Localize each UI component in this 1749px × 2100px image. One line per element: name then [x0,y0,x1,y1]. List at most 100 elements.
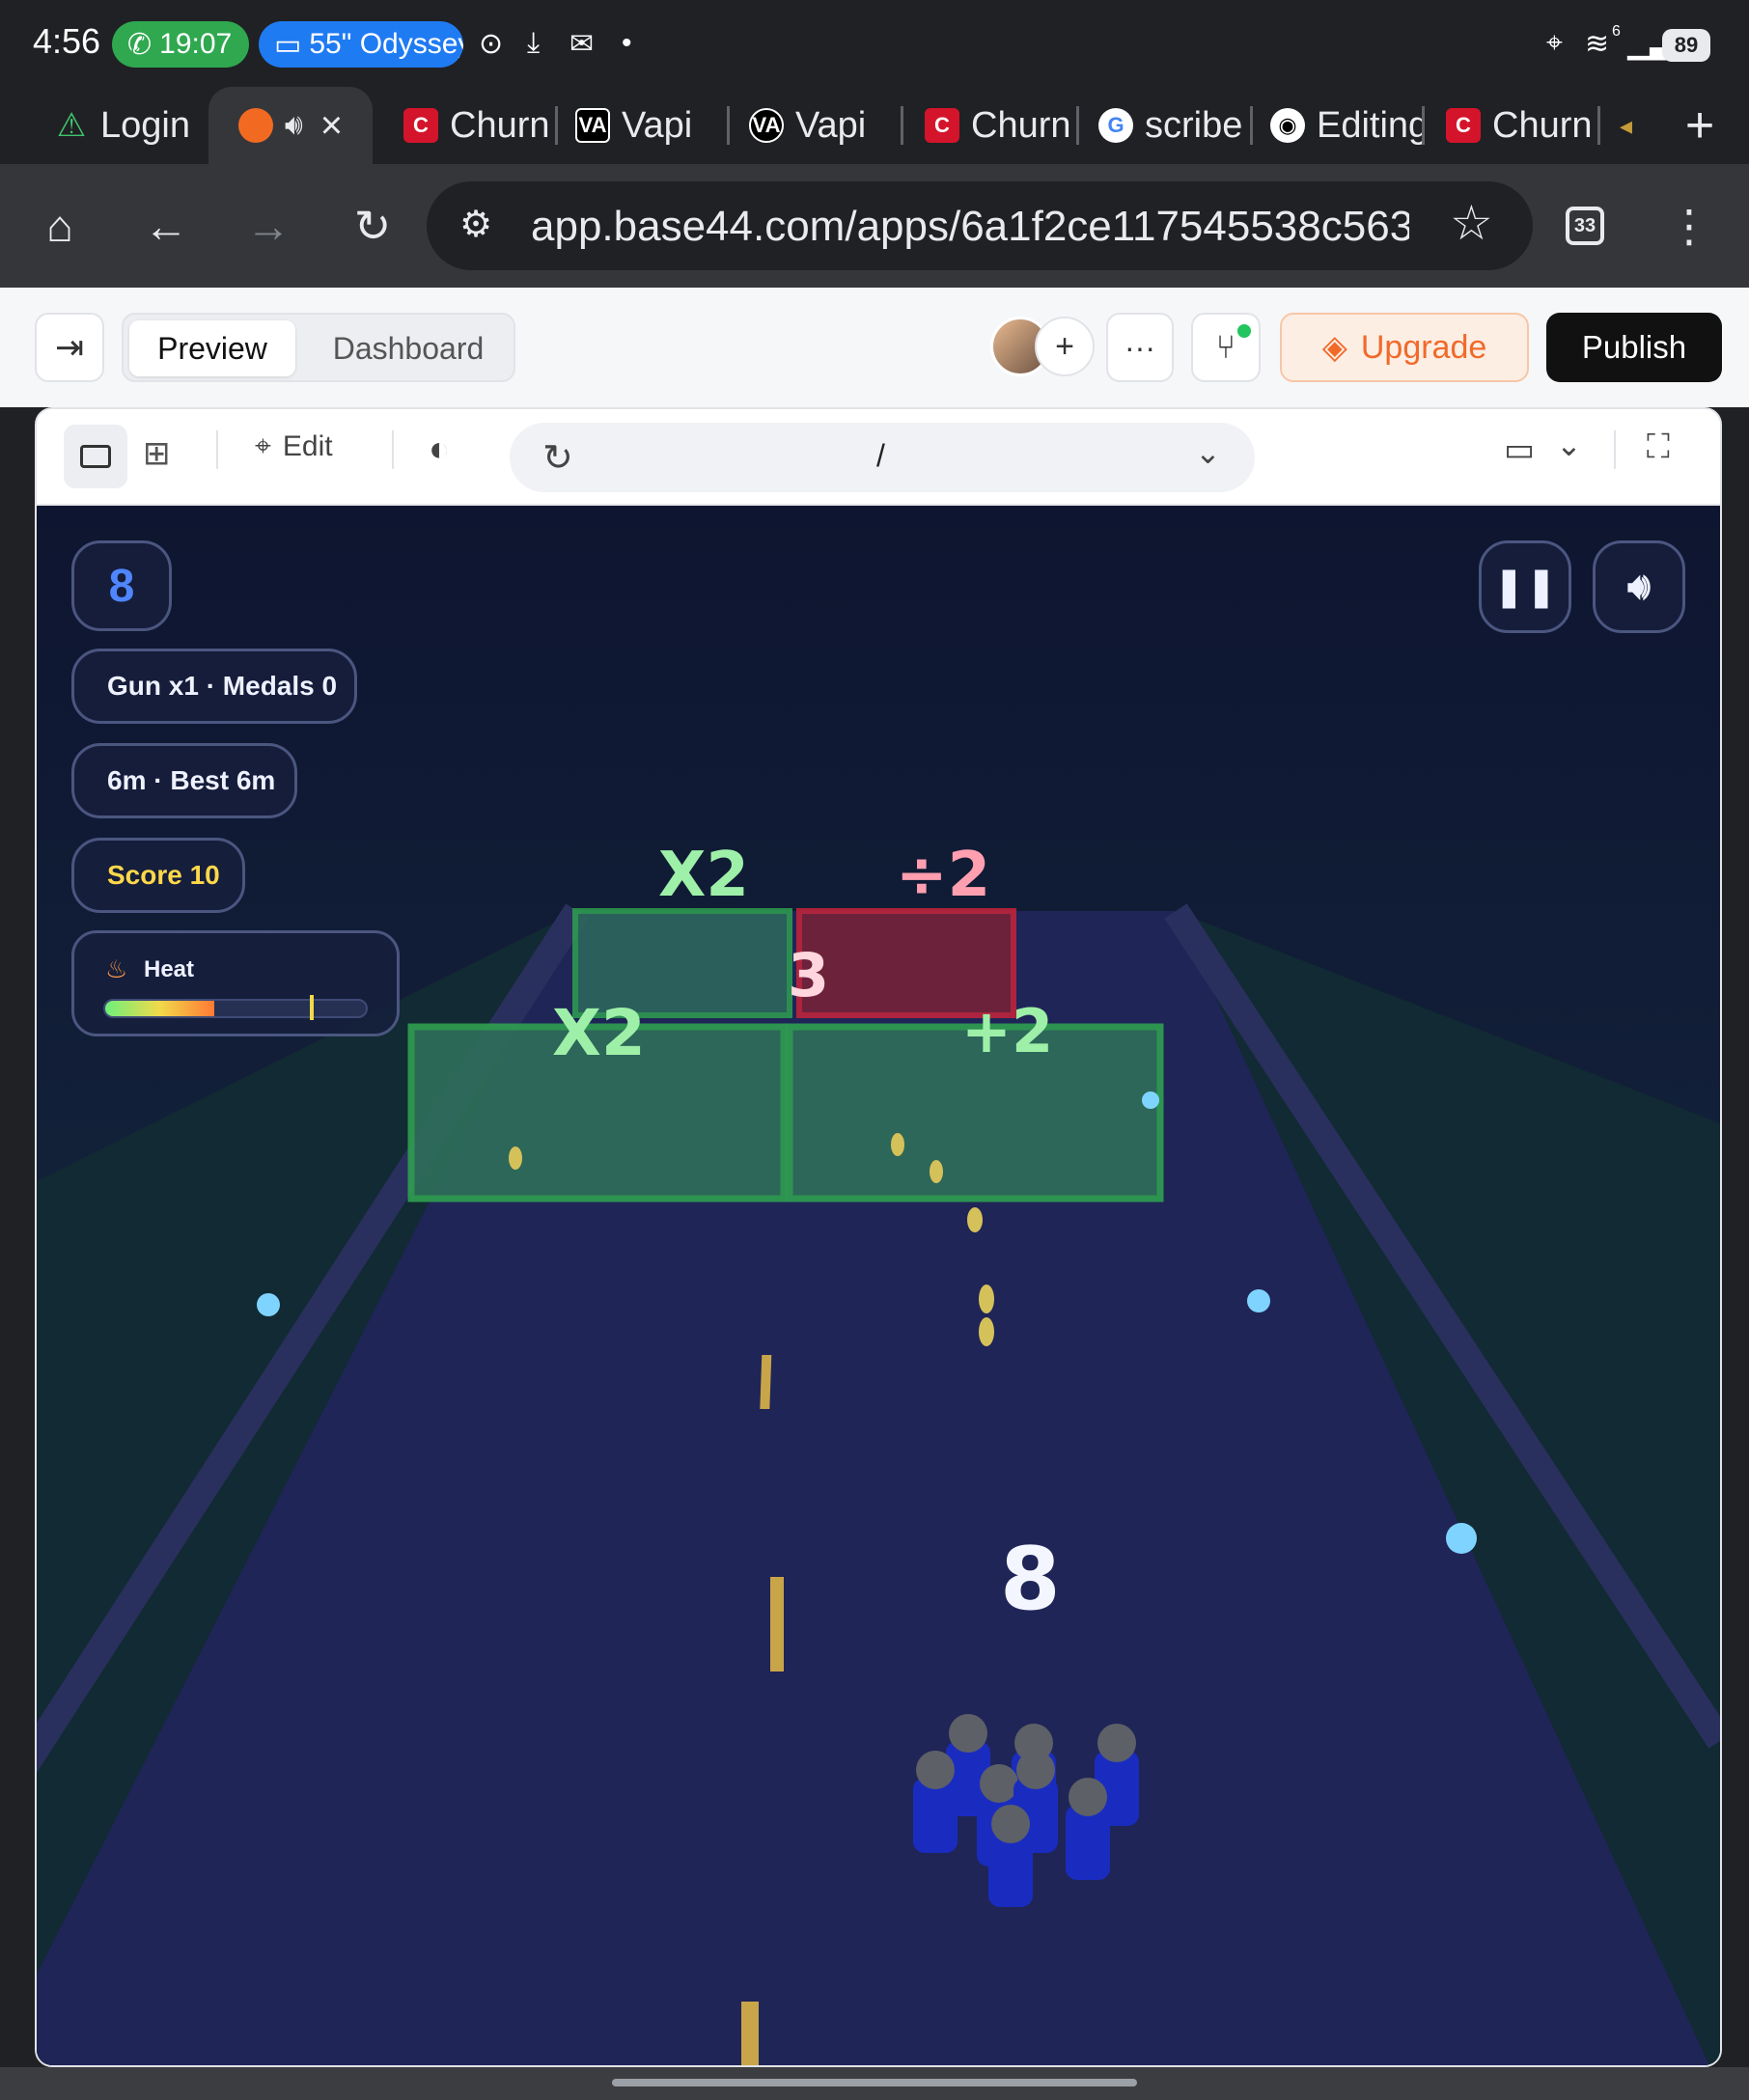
far-gate-right-label: ÷2 [896,840,991,911]
browser-toolbar: ⌂ ← → ↻ ⚙ app.base44.com/apps/6a1f2ce117… [0,164,1749,288]
tab-vapi-1[interactable]: VA Vapi [575,87,730,164]
more-options-icon[interactable]: ··· [1106,313,1174,382]
preview-frame: ⊞ ⌖ Edit ◐ ↻ / ⌄ ▭ ⌄ ⛶ X2 ÷2 3 X2 +2 8 8… [35,407,1722,2067]
crowd-count-badge: 8 [71,540,172,631]
status-dot [1237,324,1251,338]
heat-bar-fill [105,1001,215,1016]
publish-button[interactable]: Publish [1546,313,1722,382]
tab-label: Vapi [795,104,867,146]
home-gesture-handle[interactable] [612,2079,1137,2086]
google-favicon-icon: G [1098,108,1133,143]
player-count-label: 8 [1000,1529,1061,1630]
churn-favicon-icon: C [925,108,959,143]
near-gate-left-label: X2 [552,996,646,1070]
desktop-device-icon[interactable]: ▭ [1504,430,1535,469]
new-tab-icon[interactable]: + [1676,87,1724,164]
status-time: 4:56 [33,21,101,61]
preview-route-bar[interactable]: ↻ / ⌄ [510,423,1255,492]
forward-arrow-icon[interactable]: → [239,197,297,255]
far-gate-left-label: X2 [658,840,749,911]
edit-button[interactable]: ⌖ Edit [255,430,333,463]
add-collaborator-button[interactable]: + [1035,317,1095,376]
wifi-icon: ≋ [1585,28,1610,60]
churn-favicon-icon: C [1446,108,1481,143]
vapi-favicon-icon: VA [575,108,610,143]
reload-icon[interactable]: ↻ [344,197,402,255]
edit-label: Edit [282,430,333,462]
tab-label: Churn [971,104,1071,146]
gun-medals-badge: Gun x1 · Medals 0 [71,649,357,724]
pause-icon: ❚❚ [1492,566,1558,608]
speaker-icon: 🔊︎ [1627,566,1651,607]
single-view-button[interactable] [64,425,127,488]
gesture-nav-bar [0,2067,1749,2100]
churn-favicon-icon: C [403,108,438,143]
tab-dashboard[interactable]: Dashboard [305,320,512,376]
branch-icon[interactable]: ⑂ [1191,313,1261,382]
game-controller-icon: ⊙ [479,28,504,60]
cast-pill[interactable]: ▭ 55" Odyssey [259,21,463,68]
tab-preview[interactable]: Preview [129,320,295,376]
tab-login[interactable]: ⚠ Login [54,87,199,164]
battery-indicator: 89 [1662,29,1710,62]
tab-overflow[interactable]: ◂ [1620,87,1649,164]
partial-favicon-icon: ◂ [1620,110,1633,140]
device-chevron-icon[interactable]: ⌄ [1556,427,1582,463]
warning-triangle-icon: ⚠ [56,107,87,144]
tab-churn-1[interactable]: C Churn [403,87,558,164]
heat-bar [103,999,368,1018]
divider [1614,430,1616,469]
more-notifications-dot: • [622,27,632,59]
refresh-icon[interactable]: ↻ [542,436,573,480]
cast-device-name: 55" Odyssey [309,28,463,60]
preview-toolbar: ⊞ ⌖ Edit ◐ ↻ / ⌄ ▭ ⌄ ⛶ [37,409,1720,506]
grid-view-icon[interactable]: ⊞ [143,434,171,473]
upgrade-button[interactable]: ◈ Upgrade [1280,313,1529,382]
call-pill[interactable]: ✆ 19:07 [112,21,249,68]
heat-label: Heat [144,956,195,982]
close-tab-icon[interactable]: × [320,104,343,148]
palette-icon[interactable]: ◐ [429,428,450,469]
chevron-down-icon[interactable]: ⌄ [1195,434,1221,471]
route-path: / [876,438,885,473]
view-mode-segmented-control: Preview Dashboard [122,313,515,382]
tab-scribe[interactable]: G scribe [1098,87,1253,164]
home-icon[interactable]: ⌂ [31,197,89,255]
near-gate-right-label: +2 [961,996,1054,1066]
single-view-icon [80,445,111,468]
fullscreen-icon[interactable]: ⛶ [1647,428,1670,466]
game-canvas[interactable]: X2 ÷2 3 X2 +2 8 8 Gun x1 · Medals 0 6m ·… [37,506,1720,2065]
sunset-favicon-icon [237,108,273,143]
git-branch-icon: ⑂ [1215,328,1236,366]
flame-icon: ♨ [105,954,128,983]
address-bar[interactable]: ⚙ app.base44.com/apps/6a1f2ce117545538c5… [427,181,1533,270]
site-settings-icon[interactable]: ⚙ [459,203,492,246]
github-favicon-icon: ◉ [1270,108,1305,143]
tab-switcher-button[interactable]: 33 [1566,207,1604,245]
location-icon: ⌖ [1546,27,1563,59]
score-badge: Score 10 [71,838,245,913]
tab-churn-3[interactable]: C Churn [1446,87,1600,164]
tab-label: Vapi [622,104,693,146]
back-arrow-icon[interactable]: ← [137,197,195,255]
url-text[interactable]: app.base44.com/apps/6a1f2ce117545538c563… [531,203,1409,251]
heat-panel: ♨ Heat [71,930,400,1036]
overflow-menu-icon[interactable]: ⋮ [1660,197,1718,255]
tab-editing[interactable]: ◉ Editing [1270,87,1425,164]
tab-active-game[interactable]: 🔊︎ × [208,87,373,164]
heat-threshold-marker [310,995,314,1020]
tab-churn-2[interactable]: C Churn [925,87,1079,164]
messenger-icon: ✉ [569,28,595,60]
bookmark-star-icon[interactable]: ☆ [1450,195,1493,251]
tab-vapi-2[interactable]: VA Vapi [749,87,903,164]
android-status-bar: 4:56 ✆ 19:07 ▭ 55" Odyssey ⊙ ⤓ ✉ • ⌖ ≋ 6… [0,0,1749,87]
call-duration: 19:07 [159,28,233,60]
collapse-sidebar-icon[interactable]: ⇥ [35,313,104,382]
distance-badge: 6m · Best 6m [71,743,297,818]
monitor-icon: ▭ [274,28,302,61]
sound-button[interactable]: 🔊︎ [1593,540,1685,633]
pause-button[interactable]: ❚❚ [1479,540,1571,633]
audio-playing-icon: 🔊︎ [284,109,303,141]
tab-label: Churn [450,104,550,146]
divider [216,430,218,469]
